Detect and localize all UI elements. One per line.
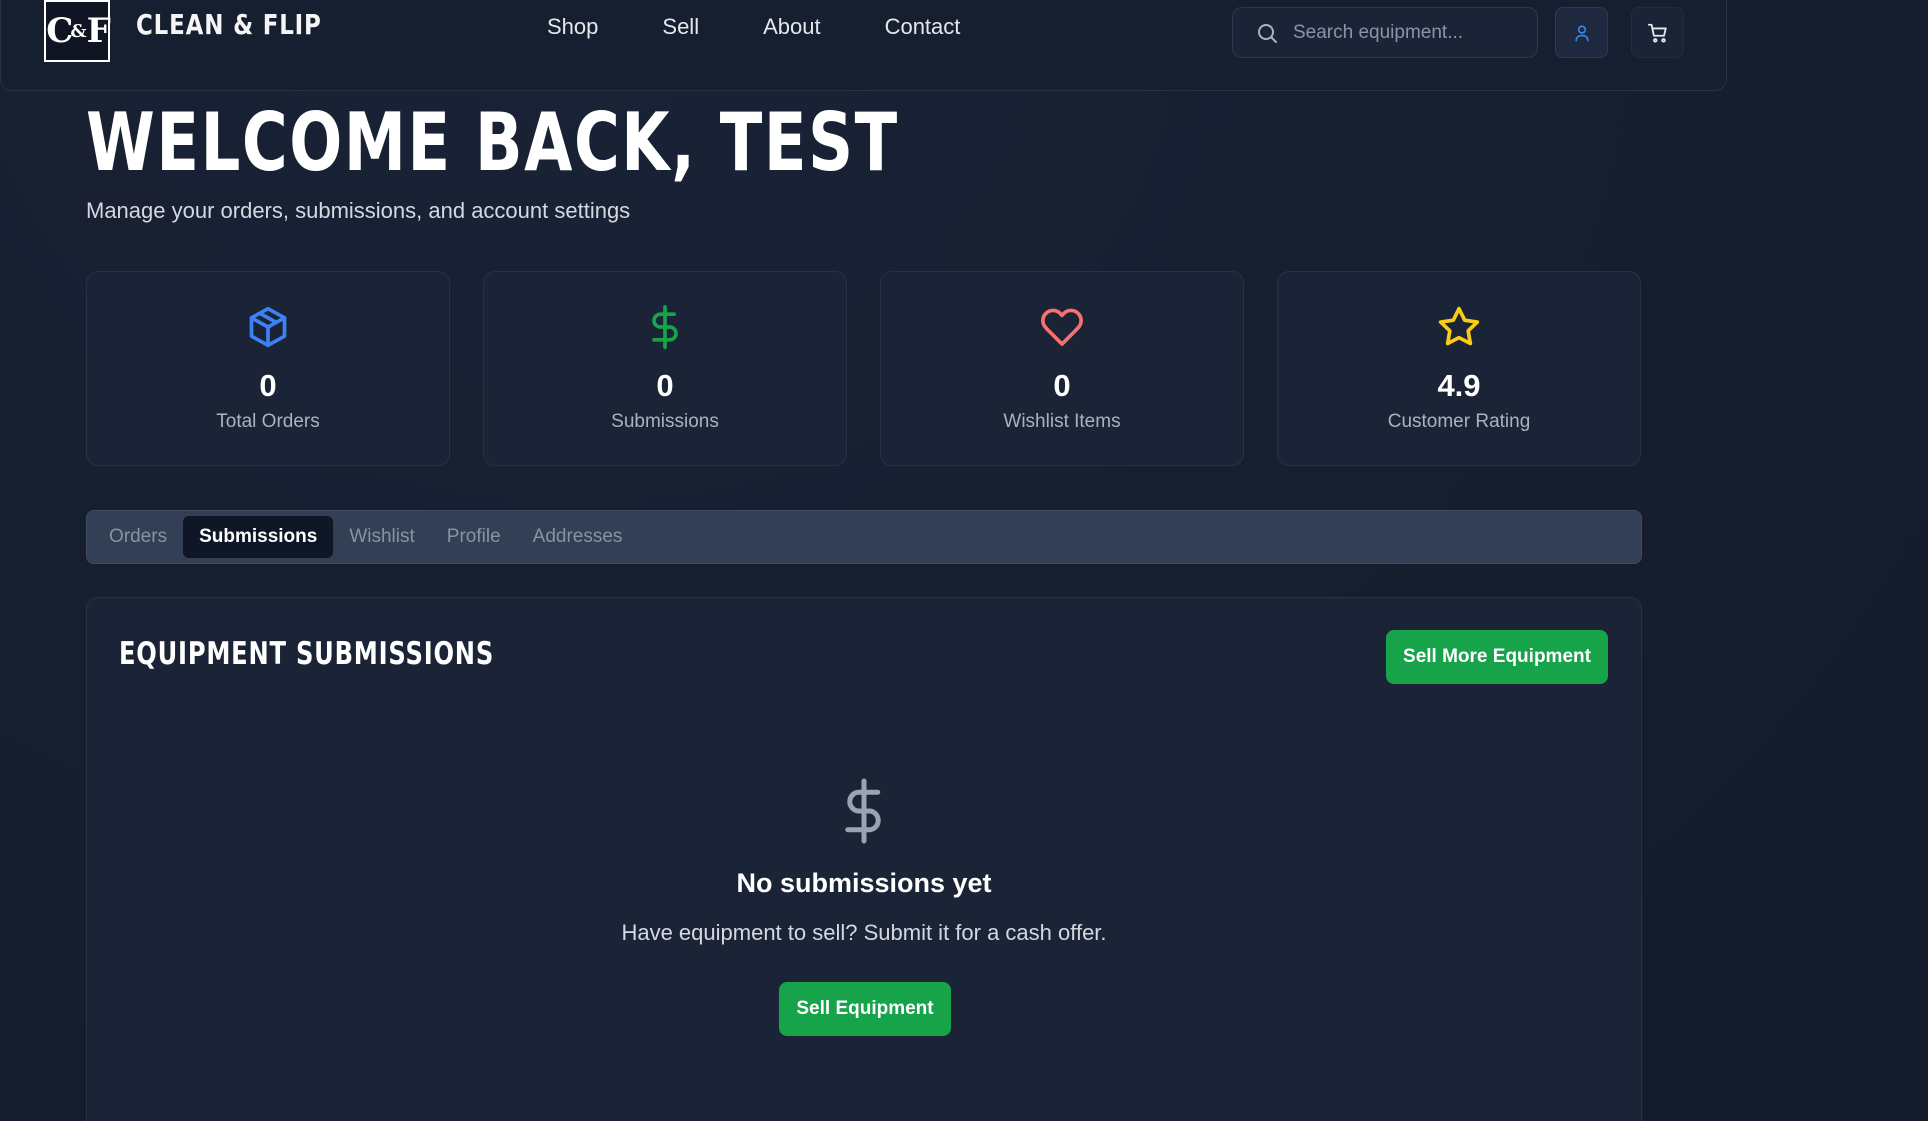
stat-label: Submissions <box>611 411 719 432</box>
stat-value: 4.9 <box>1437 368 1481 403</box>
stat-value: 0 <box>1053 368 1071 403</box>
site-header: C & F CLEAN & FLIP Shop Sell About Contact <box>0 0 1727 91</box>
stat-value: 0 <box>656 368 674 403</box>
tab-submissions[interactable]: Submissions <box>183 516 334 558</box>
account-button[interactable] <box>1555 7 1608 58</box>
nav-shop[interactable]: Shop <box>547 14 598 40</box>
empty-state-text: Have equipment to sell? Submit it for a … <box>621 920 1107 945</box>
search-icon <box>1258 23 1277 43</box>
dollar-icon <box>845 778 881 844</box>
heart-icon <box>1041 308 1083 346</box>
submissions-panel: EQUIPMENT SUBMISSIONS Sell More Equipmen… <box>86 597 1642 1121</box>
account-tabs: Orders Submissions Wishlist Profile Addr… <box>86 510 1642 564</box>
tab-addresses[interactable]: Addresses <box>517 516 639 558</box>
stat-label: Customer Rating <box>1387 411 1531 432</box>
page-subtitle: Manage your orders, submissions, and acc… <box>86 198 631 223</box>
brand-name[interactable]: CLEAN & FLIP <box>136 8 322 41</box>
main-nav: Shop Sell About Contact <box>547 14 1024 40</box>
sell-more-equipment-button[interactable]: Sell More Equipment <box>1386 630 1608 684</box>
stat-label: Wishlist Items <box>1003 411 1121 432</box>
nav-contact[interactable]: Contact <box>885 14 961 40</box>
star-icon <box>1438 306 1480 346</box>
package-icon <box>249 306 287 348</box>
tab-profile[interactable]: Profile <box>431 516 517 558</box>
search-input[interactable] <box>1291 20 1525 45</box>
sell-equipment-button[interactable]: Sell Equipment <box>779 982 951 1036</box>
cart-button[interactable] <box>1631 7 1684 58</box>
stat-value: 0 <box>259 368 277 403</box>
stat-label: Total Orders <box>216 411 320 432</box>
cart-icon <box>1647 23 1667 43</box>
stat-card-submissions: 0 Submissions <box>483 271 847 466</box>
search-box[interactable] <box>1232 7 1538 58</box>
tab-orders[interactable]: Orders <box>93 516 183 558</box>
nav-about[interactable]: About <box>763 14 821 40</box>
stats-row: 0 Total Orders 0 Submissions 0 Wishlist … <box>86 271 1641 466</box>
dollar-icon <box>652 305 678 349</box>
stat-card-orders: 0 Total Orders <box>86 271 450 466</box>
page-title: WELCOME BACK, TEST <box>86 96 899 189</box>
stat-card-rating: 4.9 Customer Rating <box>1277 271 1641 466</box>
user-icon <box>1574 25 1589 41</box>
logo[interactable]: C & F <box>44 0 111 62</box>
empty-state-title: No submissions yet <box>736 868 992 898</box>
nav-sell[interactable]: Sell <box>662 14 699 40</box>
section-title: EQUIPMENT SUBMISSIONS <box>119 636 495 672</box>
tab-wishlist[interactable]: Wishlist <box>333 516 430 558</box>
stat-card-wishlist: 0 Wishlist Items <box>880 271 1244 466</box>
